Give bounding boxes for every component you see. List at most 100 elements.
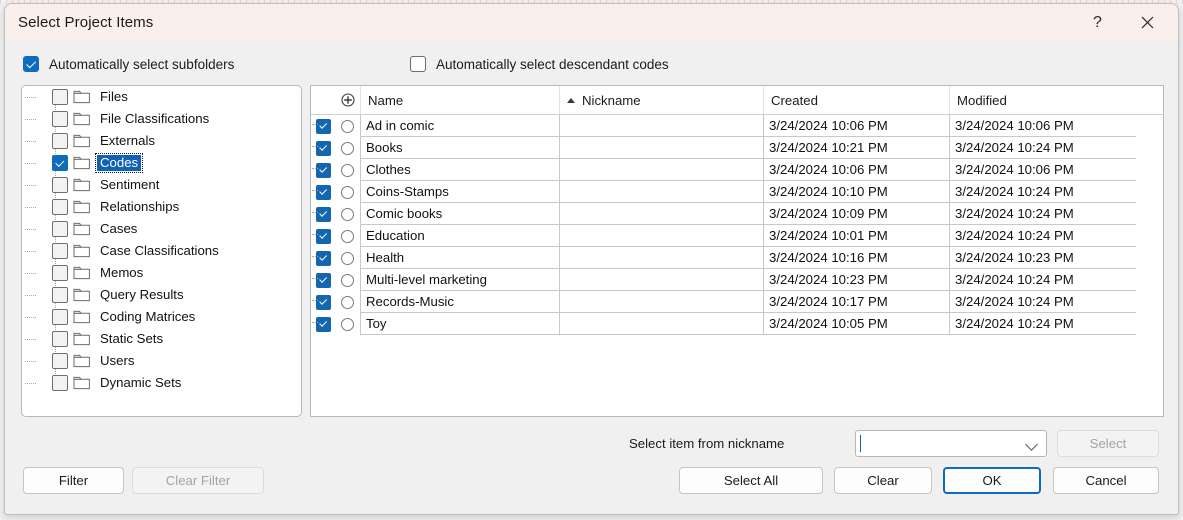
tree-item-checkbox[interactable]: [52, 375, 68, 391]
auto-select-subfolders-option[interactable]: Automatically select subfolders: [23, 52, 234, 76]
grid-header-name[interactable]: Name: [361, 86, 560, 114]
tree-item-checkbox[interactable]: [52, 287, 68, 303]
table-row[interactable]: Books 3/24/2024 10:21 PM 3/24/2024 10:24 P…: [311, 137, 1163, 159]
tree-item-checkbox[interactable]: [52, 265, 68, 281]
tree-item-checkbox[interactable]: [52, 243, 68, 259]
tree-item-label: Case Classifications: [100, 243, 219, 258]
tree-item-checkbox[interactable]: [52, 199, 68, 215]
tree-item[interactable]: Users: [22, 350, 301, 372]
tree-item[interactable]: Cases: [22, 218, 301, 240]
table-row[interactable]: Ad in comic 3/24/2024 10:06 PM 3/24/2024 1…: [311, 115, 1163, 137]
row-icon-cell[interactable]: [335, 269, 361, 291]
clear-filter-button[interactable]: Clear Filter: [132, 467, 264, 494]
tree-item[interactable]: Externals: [22, 130, 301, 152]
table-row[interactable]: Comic books 3/24/2024 10:09 PM 3/24/2024 1…: [311, 203, 1163, 225]
row-created: 3/24/2024 10:05 PM: [769, 316, 888, 331]
tree-item[interactable]: Sentiment: [22, 174, 301, 196]
auto-select-descendant-codes-checkbox[interactable]: [410, 56, 426, 72]
row-modified: 3/24/2024 10:24 PM: [955, 316, 1074, 331]
tree-item-checkbox[interactable]: [52, 89, 68, 105]
tree-item-checkbox[interactable]: [52, 221, 68, 237]
tree-item[interactable]: Static Sets: [22, 328, 301, 350]
row-modified-cell: 3/24/2024 10:23 PM: [950, 247, 1136, 269]
table-row[interactable]: Records-Music 3/24/2024 10:17 PM 3/24/2024…: [311, 291, 1163, 313]
tree-item[interactable]: Coding Matrices: [22, 306, 301, 328]
chevron-down-icon[interactable]: [1025, 438, 1038, 451]
table-row[interactable]: Toy 3/24/2024 10:05 PM 3/24/2024 10:24 PM: [311, 313, 1163, 335]
tree-item-label: Relationships: [100, 199, 180, 214]
tree-item-checkbox[interactable]: [52, 331, 68, 347]
row-icon-cell[interactable]: [335, 181, 361, 203]
auto-select-descendant-codes-option[interactable]: Automatically select descendant codes: [410, 52, 669, 76]
close-button[interactable]: [1125, 4, 1170, 41]
tree-item[interactable]: Memos: [22, 262, 301, 284]
row-name-cell: Coins-Stamps: [361, 181, 560, 203]
row-icon-cell[interactable]: [335, 159, 361, 181]
table-row[interactable]: Clothes 3/24/2024 10:06 PM 3/24/2024 10:06…: [311, 159, 1163, 181]
row-icon-cell[interactable]: [335, 291, 361, 313]
row-created-cell: 3/24/2024 10:10 PM: [764, 181, 950, 203]
row-icon-cell[interactable]: [335, 115, 361, 137]
tree-item-label: Static Sets: [100, 331, 164, 346]
cancel-button[interactable]: Cancel: [1053, 467, 1159, 494]
grid-header-modified[interactable]: Modified: [950, 86, 1136, 114]
folder-icon: [73, 332, 91, 346]
select-all-button[interactable]: Select All: [679, 467, 823, 494]
row-modified-cell: 3/24/2024 10:24 PM: [950, 313, 1136, 335]
tree-item-label: Cases: [100, 221, 138, 236]
nickname-combobox[interactable]: [855, 430, 1047, 457]
grid-header-select: [311, 86, 335, 114]
row-modified-cell: 3/24/2024 10:24 PM: [950, 291, 1136, 313]
row-icon-cell[interactable]: [335, 203, 361, 225]
tree-item[interactable]: Dynamic Sets: [22, 372, 301, 394]
grid-header-name-label: Name: [368, 92, 404, 108]
tree-item[interactable]: Case Classifications: [22, 240, 301, 262]
row-nickname-cell: [560, 115, 764, 137]
tree-item-checkbox[interactable]: [52, 353, 68, 369]
row-icon-cell[interactable]: [335, 225, 361, 247]
tree-item-checkbox[interactable]: [52, 155, 68, 171]
tree-item-checkbox[interactable]: [52, 309, 68, 325]
auto-select-descendant-codes-label: Automatically select descendant codes: [436, 56, 669, 72]
row-nickname-cell: [560, 181, 764, 203]
help-button[interactable]: ?: [1075, 4, 1120, 41]
row-icon-cell[interactable]: [335, 137, 361, 159]
grid-header-nickname[interactable]: Nickname: [560, 86, 764, 114]
items-grid[interactable]: Name Nickname Created Modified Ad in com…: [310, 85, 1164, 417]
select-from-nickname-button[interactable]: Select: [1057, 430, 1159, 457]
tree-item[interactable]: Files: [22, 86, 301, 108]
row-name-cell: Clothes: [361, 159, 560, 181]
tree-item[interactable]: Query Results: [22, 284, 301, 306]
circle-icon: [341, 119, 354, 133]
table-row[interactable]: Coins-Stamps 3/24/2024 10:10 PM 3/24/2024 …: [311, 181, 1163, 203]
filter-button[interactable]: Filter: [23, 467, 124, 494]
row-created: 3/24/2024 10:21 PM: [769, 140, 888, 155]
row-created-cell: 3/24/2024 10:17 PM: [764, 291, 950, 313]
tree-item-checkbox[interactable]: [52, 133, 68, 149]
tree-item-label: Coding Matrices: [100, 309, 196, 324]
project-items-tree[interactable]: Files File Classifications Externals Codes S…: [21, 85, 302, 417]
ok-button[interactable]: OK: [943, 467, 1041, 494]
table-row[interactable]: Education 3/24/2024 10:01 PM 3/24/2024 10:…: [311, 225, 1163, 247]
row-icon-cell[interactable]: [335, 247, 361, 269]
auto-select-subfolders-checkbox[interactable]: [23, 56, 39, 72]
tree-item-checkbox[interactable]: [52, 177, 68, 193]
table-row[interactable]: Multi-level marketing 3/24/2024 10:23 PM 3…: [311, 269, 1163, 291]
row-icon-cell[interactable]: [335, 313, 361, 335]
table-row[interactable]: Health 3/24/2024 10:16 PM 3/24/2024 10:23 …: [311, 247, 1163, 269]
row-modified-cell: 3/24/2024 10:24 PM: [950, 137, 1136, 159]
clear-button[interactable]: Clear: [834, 467, 932, 494]
tree-item[interactable]: Relationships: [22, 196, 301, 218]
row-created-cell: 3/24/2024 10:09 PM: [764, 203, 950, 225]
row-modified: 3/24/2024 10:23 PM: [955, 250, 1074, 265]
row-created-cell: 3/24/2024 10:01 PM: [764, 225, 950, 247]
row-modified: 3/24/2024 10:24 PM: [955, 272, 1074, 287]
circle-plus-icon[interactable]: [335, 86, 361, 114]
row-created: 3/24/2024 10:10 PM: [769, 184, 888, 199]
row-created: 3/24/2024 10:06 PM: [769, 162, 888, 177]
grid-header-created[interactable]: Created: [764, 86, 950, 114]
tree-item[interactable]: Codes: [22, 152, 301, 174]
row-created: 3/24/2024 10:01 PM: [769, 228, 888, 243]
tree-item[interactable]: File Classifications: [22, 108, 301, 130]
tree-item-checkbox[interactable]: [52, 111, 68, 127]
